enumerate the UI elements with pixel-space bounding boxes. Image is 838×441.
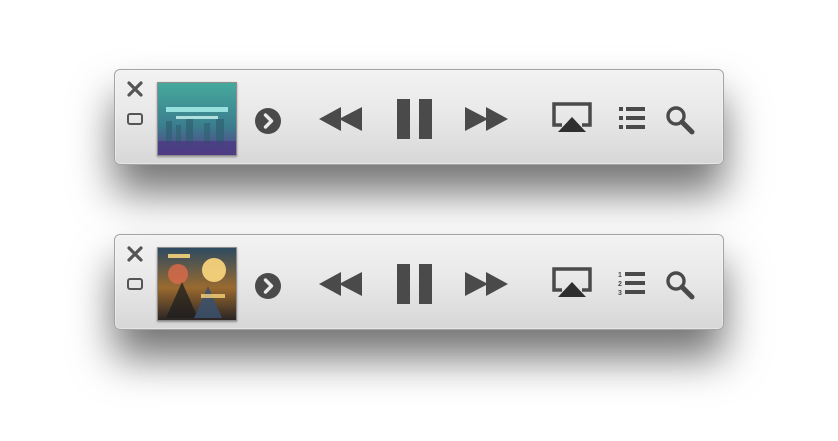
search-icon [666, 106, 695, 135]
rewind-icon [319, 272, 362, 296]
album-artwork[interactable] [157, 247, 237, 321]
playlist-number-3: 3 [618, 290, 622, 297]
more-button[interactable] [252, 105, 284, 137]
airplay-icon [552, 267, 592, 297]
more-button[interactable] [252, 270, 284, 302]
search-button[interactable] [664, 269, 696, 301]
chevron-circle-right-icon [255, 273, 281, 299]
artwork-image [158, 83, 236, 155]
playlist-button[interactable] [617, 104, 647, 132]
chevron-circle-right-icon [255, 108, 281, 134]
rewind-button[interactable] [317, 271, 365, 297]
close-button[interactable] [126, 80, 144, 98]
close-icon [127, 81, 143, 97]
pause-button[interactable] [397, 99, 433, 139]
list-bullets-icon [619, 107, 645, 129]
minimize-icon [127, 278, 143, 290]
close-icon [127, 246, 143, 262]
minimize-button[interactable] [127, 112, 143, 125]
mini-player-1 [114, 69, 724, 165]
album-artwork[interactable] [157, 82, 237, 156]
search-button[interactable] [664, 104, 696, 136]
artwork-image [158, 248, 236, 320]
playlist-number-2: 2 [618, 281, 622, 288]
list-numbered-icon: 1 2 3 [618, 272, 645, 297]
window-controls [125, 80, 145, 132]
search-icon [666, 271, 695, 300]
playlist-number-1: 1 [618, 272, 622, 279]
close-button[interactable] [126, 245, 144, 263]
pause-button[interactable] [397, 264, 433, 304]
pause-icon [397, 99, 432, 139]
mini-player-2: 1 2 3 [114, 234, 724, 330]
airplay-button[interactable] [551, 266, 593, 300]
playlist-button[interactable]: 1 2 3 [617, 269, 647, 297]
window-controls [125, 245, 145, 297]
rewind-button[interactable] [317, 106, 365, 132]
pause-icon [397, 264, 432, 304]
airplay-icon [552, 102, 592, 132]
fast-forward-button[interactable] [462, 106, 510, 132]
airplay-button[interactable] [551, 101, 593, 135]
fast-forward-icon [465, 272, 508, 296]
minimize-button[interactable] [127, 277, 143, 290]
fast-forward-button[interactable] [462, 271, 510, 297]
minimize-icon [127, 113, 143, 125]
fast-forward-icon [465, 107, 508, 131]
rewind-icon [319, 107, 362, 131]
